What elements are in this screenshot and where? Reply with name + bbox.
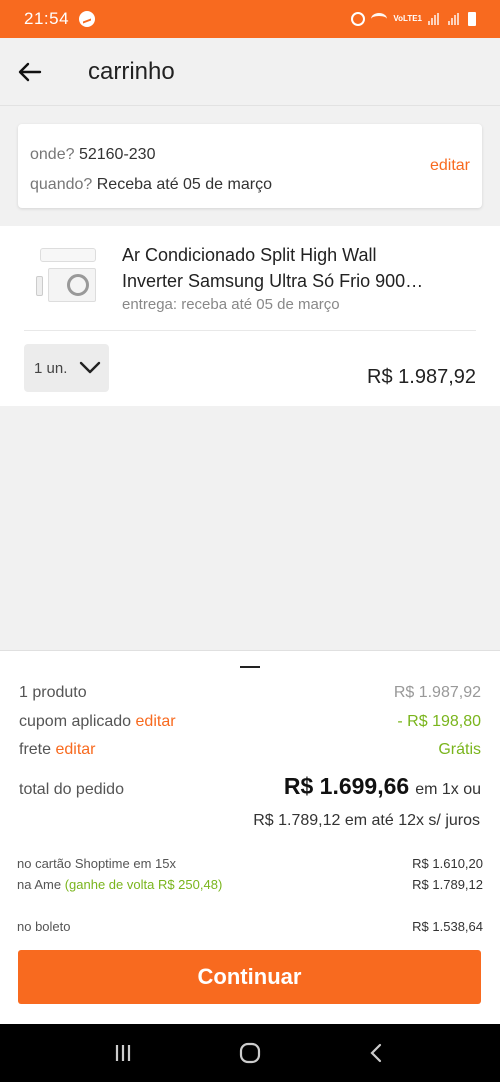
ame-option-row: na Ame (ganhe de volta R$ 250,48) R$ 1.7… — [17, 877, 483, 892]
total-value: R$ 1.699,66 — [283, 773, 410, 799]
card-label: no cartão Shoptime em 15x — [17, 856, 176, 871]
product-image[interactable] — [36, 246, 98, 306]
edit-address-link[interactable]: editar — [430, 157, 470, 175]
boleto-label: no boleto — [17, 919, 71, 934]
summary-total-row: total do pedido R$ 1.699,66 em 1x ou — [19, 773, 481, 800]
summary-coupon-row: cupom aplicado editar - R$ 198,80 — [19, 713, 481, 731]
zip-code: 52160-230 — [78, 146, 156, 163]
delivery-date: Receba até 05 de março — [96, 176, 272, 193]
where-label: onde? — [30, 146, 75, 163]
edit-coupon-link[interactable]: editar — [136, 713, 176, 730]
shipping-label: frete — [19, 741, 52, 758]
edit-shipping-link[interactable]: editar — [55, 741, 95, 758]
app-header: carrinho — [0, 38, 500, 106]
coupon-value: - R$ 198,80 — [397, 713, 481, 730]
summary-products-row: 1 produto R$ 1.987,92 — [19, 684, 481, 702]
page-title: carrinho — [88, 57, 175, 85]
card-value: R$ 1.610,20 — [412, 856, 483, 871]
signal-icon — [428, 13, 442, 25]
summary-shipping-row: frete editar Grátis — [19, 741, 481, 759]
volte-label: VoLTE1 — [393, 14, 422, 23]
product-delivery: entrega: receba até 05 de março — [122, 296, 340, 313]
product-name-line1: Ar Condicionado Split High Wall — [122, 245, 377, 265]
products-label: 1 produto — [19, 684, 87, 701]
status-bar: 21:54 VoLTE1 — [0, 0, 500, 38]
home-icon[interactable] — [239, 1042, 261, 1064]
wifi-icon — [371, 13, 388, 25]
fan-icon — [67, 274, 89, 296]
ac-remote — [36, 276, 43, 296]
alarm-icon — [351, 12, 366, 26]
address-where: onde? 52160-230 — [30, 140, 470, 170]
ame-value: R$ 1.789,12 — [412, 877, 483, 892]
cart-item: Ar Condicionado Split High Wall Inverter… — [0, 226, 500, 406]
continue-button[interactable]: Continuar — [18, 950, 481, 1004]
battery-icon — [468, 12, 476, 26]
installments-text: R$ 1.789,12 em até 12x s/ juros — [253, 812, 480, 829]
shipping-value: Grátis — [438, 741, 481, 758]
card-option-row: no cartão Shoptime em 15x R$ 1.610,20 — [17, 856, 483, 871]
total-label: total do pedido — [19, 781, 124, 798]
quantity-select[interactable]: 1 un. — [24, 344, 109, 392]
products-value: R$ 1.987,92 — [393, 684, 481, 701]
back-button[interactable] — [0, 38, 60, 106]
product-name-line2: Inverter Samsung Ultra Só Frio 900… — [122, 271, 424, 291]
delivery-info-card: onde? 52160-230 quando? Receba até 05 de… — [18, 124, 482, 208]
arrow-left-icon — [18, 62, 42, 81]
chevron-down-icon — [80, 361, 101, 374]
ame-label: na Ame — [17, 877, 62, 892]
quantity-value: 1 un. — [34, 359, 68, 377]
back-nav-icon[interactable] — [366, 1042, 388, 1064]
divider — [24, 330, 476, 331]
signal-icon-2 — [448, 13, 462, 25]
address-when: quando? Receba até 05 de março — [30, 170, 470, 200]
messenger-icon — [79, 11, 96, 27]
total-suffix: em 1x ou — [415, 781, 481, 798]
when-label: quando? — [30, 176, 93, 193]
boleto-value: R$ 1.538,64 — [412, 919, 483, 934]
product-name[interactable]: Ar Condicionado Split High Wall Inverter… — [122, 242, 452, 294]
status-icons: VoLTE1 — [351, 12, 476, 26]
sheet-handle[interactable] — [240, 666, 260, 668]
coupon-label: cupom aplicado — [19, 713, 132, 730]
boleto-option-row: no boleto R$ 1.538,64 — [17, 919, 483, 934]
recent-apps-icon[interactable] — [112, 1042, 134, 1064]
ac-outdoor-unit — [48, 268, 96, 302]
ame-cashback: (ganhe de volta R$ 250,48) — [64, 877, 223, 892]
status-time: 21:54 — [24, 9, 70, 28]
ac-indoor-unit — [40, 248, 96, 262]
product-price: R$ 1.987,92 — [367, 366, 476, 388]
system-nav-bar — [0, 1024, 500, 1082]
